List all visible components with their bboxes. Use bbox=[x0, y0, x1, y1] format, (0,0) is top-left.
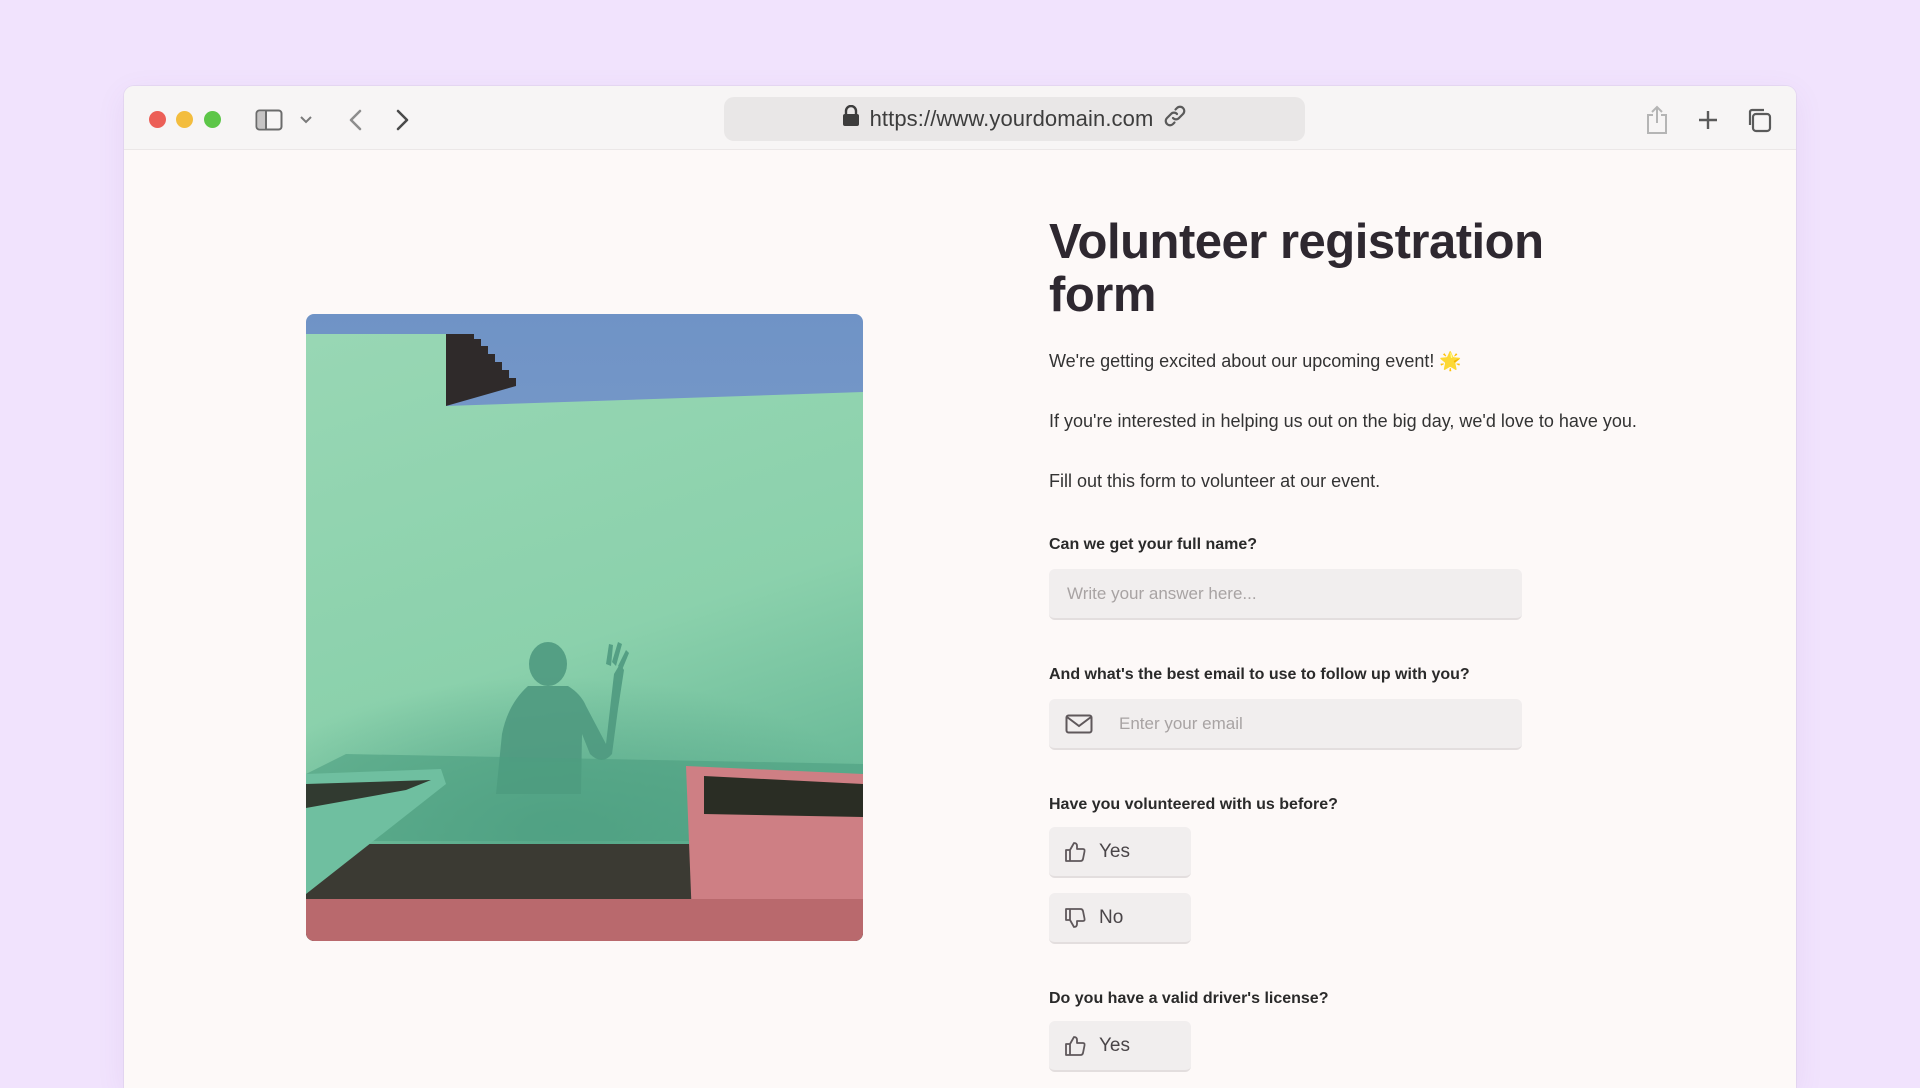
browser-window: https://www.yourdomain.com Volunteer reg… bbox=[124, 86, 1796, 1088]
option-label: Yes bbox=[1099, 1034, 1130, 1056]
thumbs-down-icon bbox=[1063, 906, 1087, 930]
chevron-right-icon[interactable] bbox=[390, 106, 416, 134]
url-text: https://www.yourdomain.com bbox=[869, 106, 1154, 131]
volunteer-form: Volunteer registration form We're gettin… bbox=[1049, 216, 1649, 1072]
hero-image bbox=[306, 314, 863, 941]
close-window-button[interactable] bbox=[149, 111, 166, 128]
full-name-field[interactable] bbox=[1049, 569, 1522, 620]
share-icon[interactable] bbox=[1642, 104, 1672, 136]
email-input[interactable] bbox=[1119, 713, 1522, 734]
mail-icon bbox=[1065, 713, 1093, 735]
option-label: No bbox=[1099, 906, 1124, 928]
chevron-left-icon[interactable] bbox=[342, 106, 368, 134]
plus-icon[interactable] bbox=[1692, 104, 1724, 136]
thumbs-up-icon bbox=[1063, 1034, 1087, 1058]
chevron-down-icon[interactable] bbox=[296, 110, 316, 130]
license-yes-option[interactable]: Yes bbox=[1049, 1021, 1191, 1072]
minimize-window-button[interactable] bbox=[176, 111, 193, 128]
option-label: Yes bbox=[1099, 840, 1130, 862]
email-label: And what's the best email to use to foll… bbox=[1049, 666, 1470, 683]
drivers-license-label: Do you have a valid driver's license? bbox=[1049, 990, 1329, 1007]
intro-text: We're getting excited about our upcoming… bbox=[1049, 351, 1462, 371]
lock-icon bbox=[842, 104, 860, 133]
email-field[interactable] bbox=[1049, 699, 1522, 750]
link-icon[interactable] bbox=[1163, 104, 1187, 134]
thumbs-up-icon bbox=[1063, 840, 1087, 864]
zoom-window-button[interactable] bbox=[204, 111, 221, 128]
browser-toolbar: https://www.yourdomain.com bbox=[124, 86, 1796, 150]
help-text: If you're interested in helping us out o… bbox=[1049, 411, 1637, 431]
cta-text: Fill out this form to volunteer at our e… bbox=[1049, 471, 1381, 491]
volunteered-before-label: Have you volunteered with us before? bbox=[1049, 796, 1338, 813]
full-name-input[interactable] bbox=[1067, 583, 1522, 604]
page-title: Volunteer registration form bbox=[1049, 215, 1544, 322]
sidebar-icon[interactable] bbox=[254, 108, 284, 132]
volunteered-yes-option[interactable]: Yes bbox=[1049, 827, 1191, 878]
full-name-label: Can we get your full name? bbox=[1049, 536, 1258, 553]
tabs-overview-icon[interactable] bbox=[1742, 104, 1776, 136]
volunteered-no-option[interactable]: No bbox=[1049, 893, 1191, 944]
address-bar[interactable]: https://www.yourdomain.com bbox=[724, 97, 1305, 141]
